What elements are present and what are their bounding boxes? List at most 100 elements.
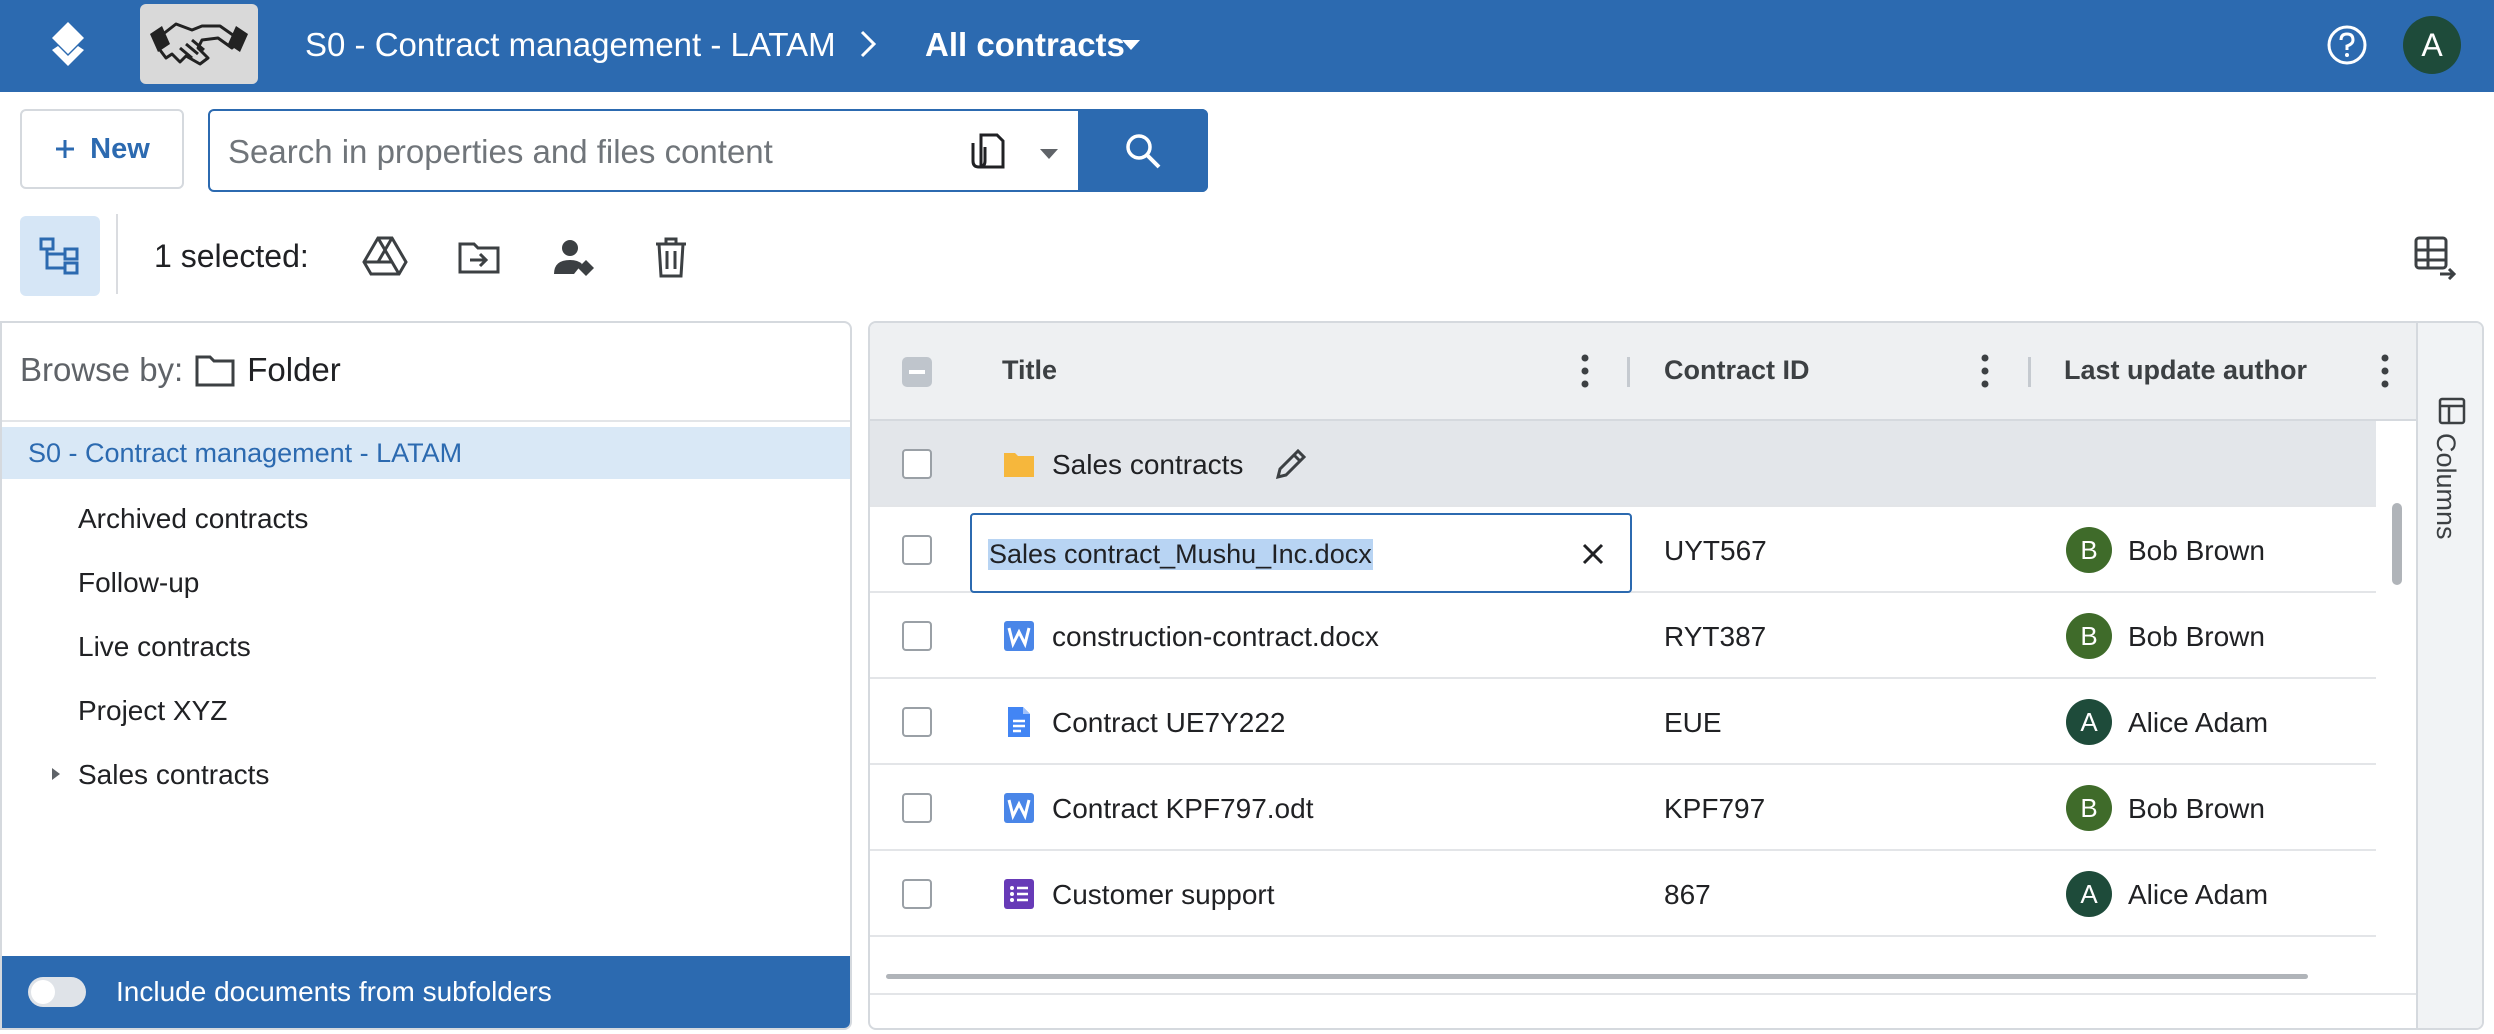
handshake-icon xyxy=(150,22,248,66)
row-checkbox[interactable] xyxy=(902,621,932,651)
column-header-contract-id[interactable]: Contract ID xyxy=(1664,355,1810,386)
search-icon xyxy=(1126,133,1161,168)
rename-input-value[interactable]: Sales contract_Mushu_Inc.docx xyxy=(988,539,1373,570)
row-title[interactable]: Sales contracts xyxy=(1052,449,1243,481)
column-menu-icon[interactable] xyxy=(2380,353,2390,389)
columns-panel-label: Columns xyxy=(2431,433,2461,540)
row-contract-id: UYT567 xyxy=(1664,535,1767,566)
tree-item-live-contracts[interactable]: Live contracts xyxy=(78,631,251,663)
grid-footer-divider xyxy=(870,993,2416,995)
row-checkbox[interactable] xyxy=(902,707,932,737)
row-title[interactable]: construction-contract.docx xyxy=(1052,621,1379,653)
table-row[interactable]: Contract KPF797.odt KPF797 B Bob Brown xyxy=(870,765,2376,851)
folder-icon xyxy=(1004,453,1034,477)
horizontal-scrollbar[interactable] xyxy=(886,974,2308,979)
toolbar-divider xyxy=(116,214,118,294)
row-checkbox[interactable] xyxy=(902,449,932,479)
rename-input[interactable]: Sales contract_Mushu_Inc.docx xyxy=(970,513,1632,593)
row-author: Alice Adam xyxy=(2128,707,2269,738)
row-title[interactable]: Contract KPF797.odt xyxy=(1052,793,1313,825)
word-icon xyxy=(1004,621,1034,651)
help-icon[interactable] xyxy=(2326,24,2368,66)
tree-item-root[interactable]: S0 - Contract management - LATAM xyxy=(2,427,850,479)
close-icon[interactable] xyxy=(1580,541,1606,567)
columns-side-panel[interactable]: Columns xyxy=(2416,323,2482,1028)
author-avatar: A xyxy=(2066,699,2112,745)
user-avatar[interactable]: A xyxy=(2403,16,2461,74)
folder-icon xyxy=(195,355,235,387)
move-to-folder-icon[interactable] xyxy=(456,234,502,280)
rename-pencil-icon[interactable] xyxy=(1272,445,1310,483)
row-checkbox[interactable] xyxy=(902,793,932,823)
search-bar: Search in properties and files content xyxy=(208,109,1208,192)
tree-item-project-xyz[interactable]: Project XYZ xyxy=(78,695,227,727)
word-icon xyxy=(1004,793,1034,823)
chevron-right-icon xyxy=(860,30,877,58)
column-resize-handle[interactable] xyxy=(1627,357,1630,387)
tree-item-sales-contracts[interactable]: Sales contracts xyxy=(78,759,269,791)
app-logo-icon[interactable] xyxy=(40,18,96,74)
author-avatar: A xyxy=(2066,871,2112,917)
row-author: Bob Brown xyxy=(2128,621,2265,652)
select-all-checkbox[interactable] xyxy=(902,357,932,387)
search-button[interactable] xyxy=(1078,109,1208,192)
google-form-icon xyxy=(1004,879,1034,909)
google-drive-icon[interactable] xyxy=(362,234,408,280)
column-header-last-update-author[interactable]: Last update author xyxy=(2064,355,2307,386)
table-row[interactable]: Sales contract_Mushu_Inc.docx UYT567 B B… xyxy=(870,507,2376,593)
new-button[interactable]: New xyxy=(20,109,184,189)
row-contract-id: RYT387 xyxy=(1664,621,1767,652)
workspace-icon[interactable] xyxy=(140,4,258,84)
expand-arrow-icon[interactable] xyxy=(50,766,62,782)
chevron-down-icon[interactable] xyxy=(1120,38,1142,52)
view-selector[interactable]: All contracts xyxy=(925,26,1125,64)
row-contract-id: 867 xyxy=(1664,879,1711,910)
row-author: Bob Brown xyxy=(2128,793,2265,824)
browse-by-value: Folder xyxy=(247,351,341,388)
column-header-title[interactable]: Title xyxy=(1002,355,1057,386)
browse-by-selector[interactable]: Browse by: Folder xyxy=(20,351,341,389)
grid-header: Title Contract ID Last update author xyxy=(870,323,2416,421)
row-contract-id: KPF797 xyxy=(1664,793,1766,824)
row-checkbox[interactable] xyxy=(902,535,932,565)
search-input[interactable]: Search in properties and files content xyxy=(228,133,773,171)
export-to-spreadsheet-icon[interactable] xyxy=(2412,234,2458,280)
google-doc-icon xyxy=(1008,707,1030,737)
include-subfolders-toggle[interactable] xyxy=(28,977,86,1007)
row-contract-id: EUE xyxy=(1664,707,1722,738)
row-checkbox[interactable] xyxy=(902,879,932,909)
column-resize-handle[interactable] xyxy=(2028,357,2031,387)
tree-view-toggle[interactable] xyxy=(20,216,100,296)
row-author: Bob Brown xyxy=(2128,535,2265,566)
search-options-caret-icon[interactable] xyxy=(1038,147,1060,161)
new-button-label: New xyxy=(90,132,150,165)
row-author: Alice Adam xyxy=(2128,879,2269,910)
row-title[interactable]: Contract UE7Y222 xyxy=(1052,707,1285,739)
include-subfolders-label: Include documents from subfolders xyxy=(116,976,552,1007)
table-row[interactable]: construction-contract.docx RYT387 B Bob … xyxy=(870,593,2376,679)
plus-icon xyxy=(56,140,75,158)
tree-structure-icon xyxy=(39,237,79,275)
folder-tree-panel: Browse by: Folder S0 - Contract manageme… xyxy=(0,321,852,1030)
browse-by-label: Browse by: xyxy=(20,351,184,388)
selection-count: 1 selected: xyxy=(154,238,309,274)
vertical-scrollbar[interactable] xyxy=(2392,503,2402,585)
assign-owner-icon[interactable] xyxy=(552,234,598,280)
column-menu-icon[interactable] xyxy=(1580,353,1590,389)
tree-item-follow-up[interactable]: Follow-up xyxy=(78,567,199,599)
author-avatar: B xyxy=(2066,785,2112,831)
column-menu-icon[interactable] xyxy=(1980,353,1990,389)
file-content-search-icon[interactable] xyxy=(967,129,1007,173)
delete-icon[interactable] xyxy=(648,234,694,280)
table-row[interactable]: Contract UE7Y222 EUE A Alice Adam xyxy=(870,679,2376,765)
documents-grid: Title Contract ID Last update author Sal… xyxy=(868,321,2484,1030)
panel-divider xyxy=(2,420,850,422)
breadcrumb-workspace[interactable]: S0 - Contract management - LATAM xyxy=(305,26,836,64)
top-bar: S0 - Contract management - LATAM All con… xyxy=(0,0,2494,92)
tree-item-archived-contracts[interactable]: Archived contracts xyxy=(78,503,308,535)
table-row[interactable]: Customer support 867 A Alice Adam xyxy=(870,851,2376,937)
row-title[interactable]: Customer support xyxy=(1052,879,1275,911)
author-avatar: B xyxy=(2066,527,2112,573)
columns-icon xyxy=(2438,397,2466,425)
table-row-folder[interactable]: Sales contracts xyxy=(870,421,2376,507)
